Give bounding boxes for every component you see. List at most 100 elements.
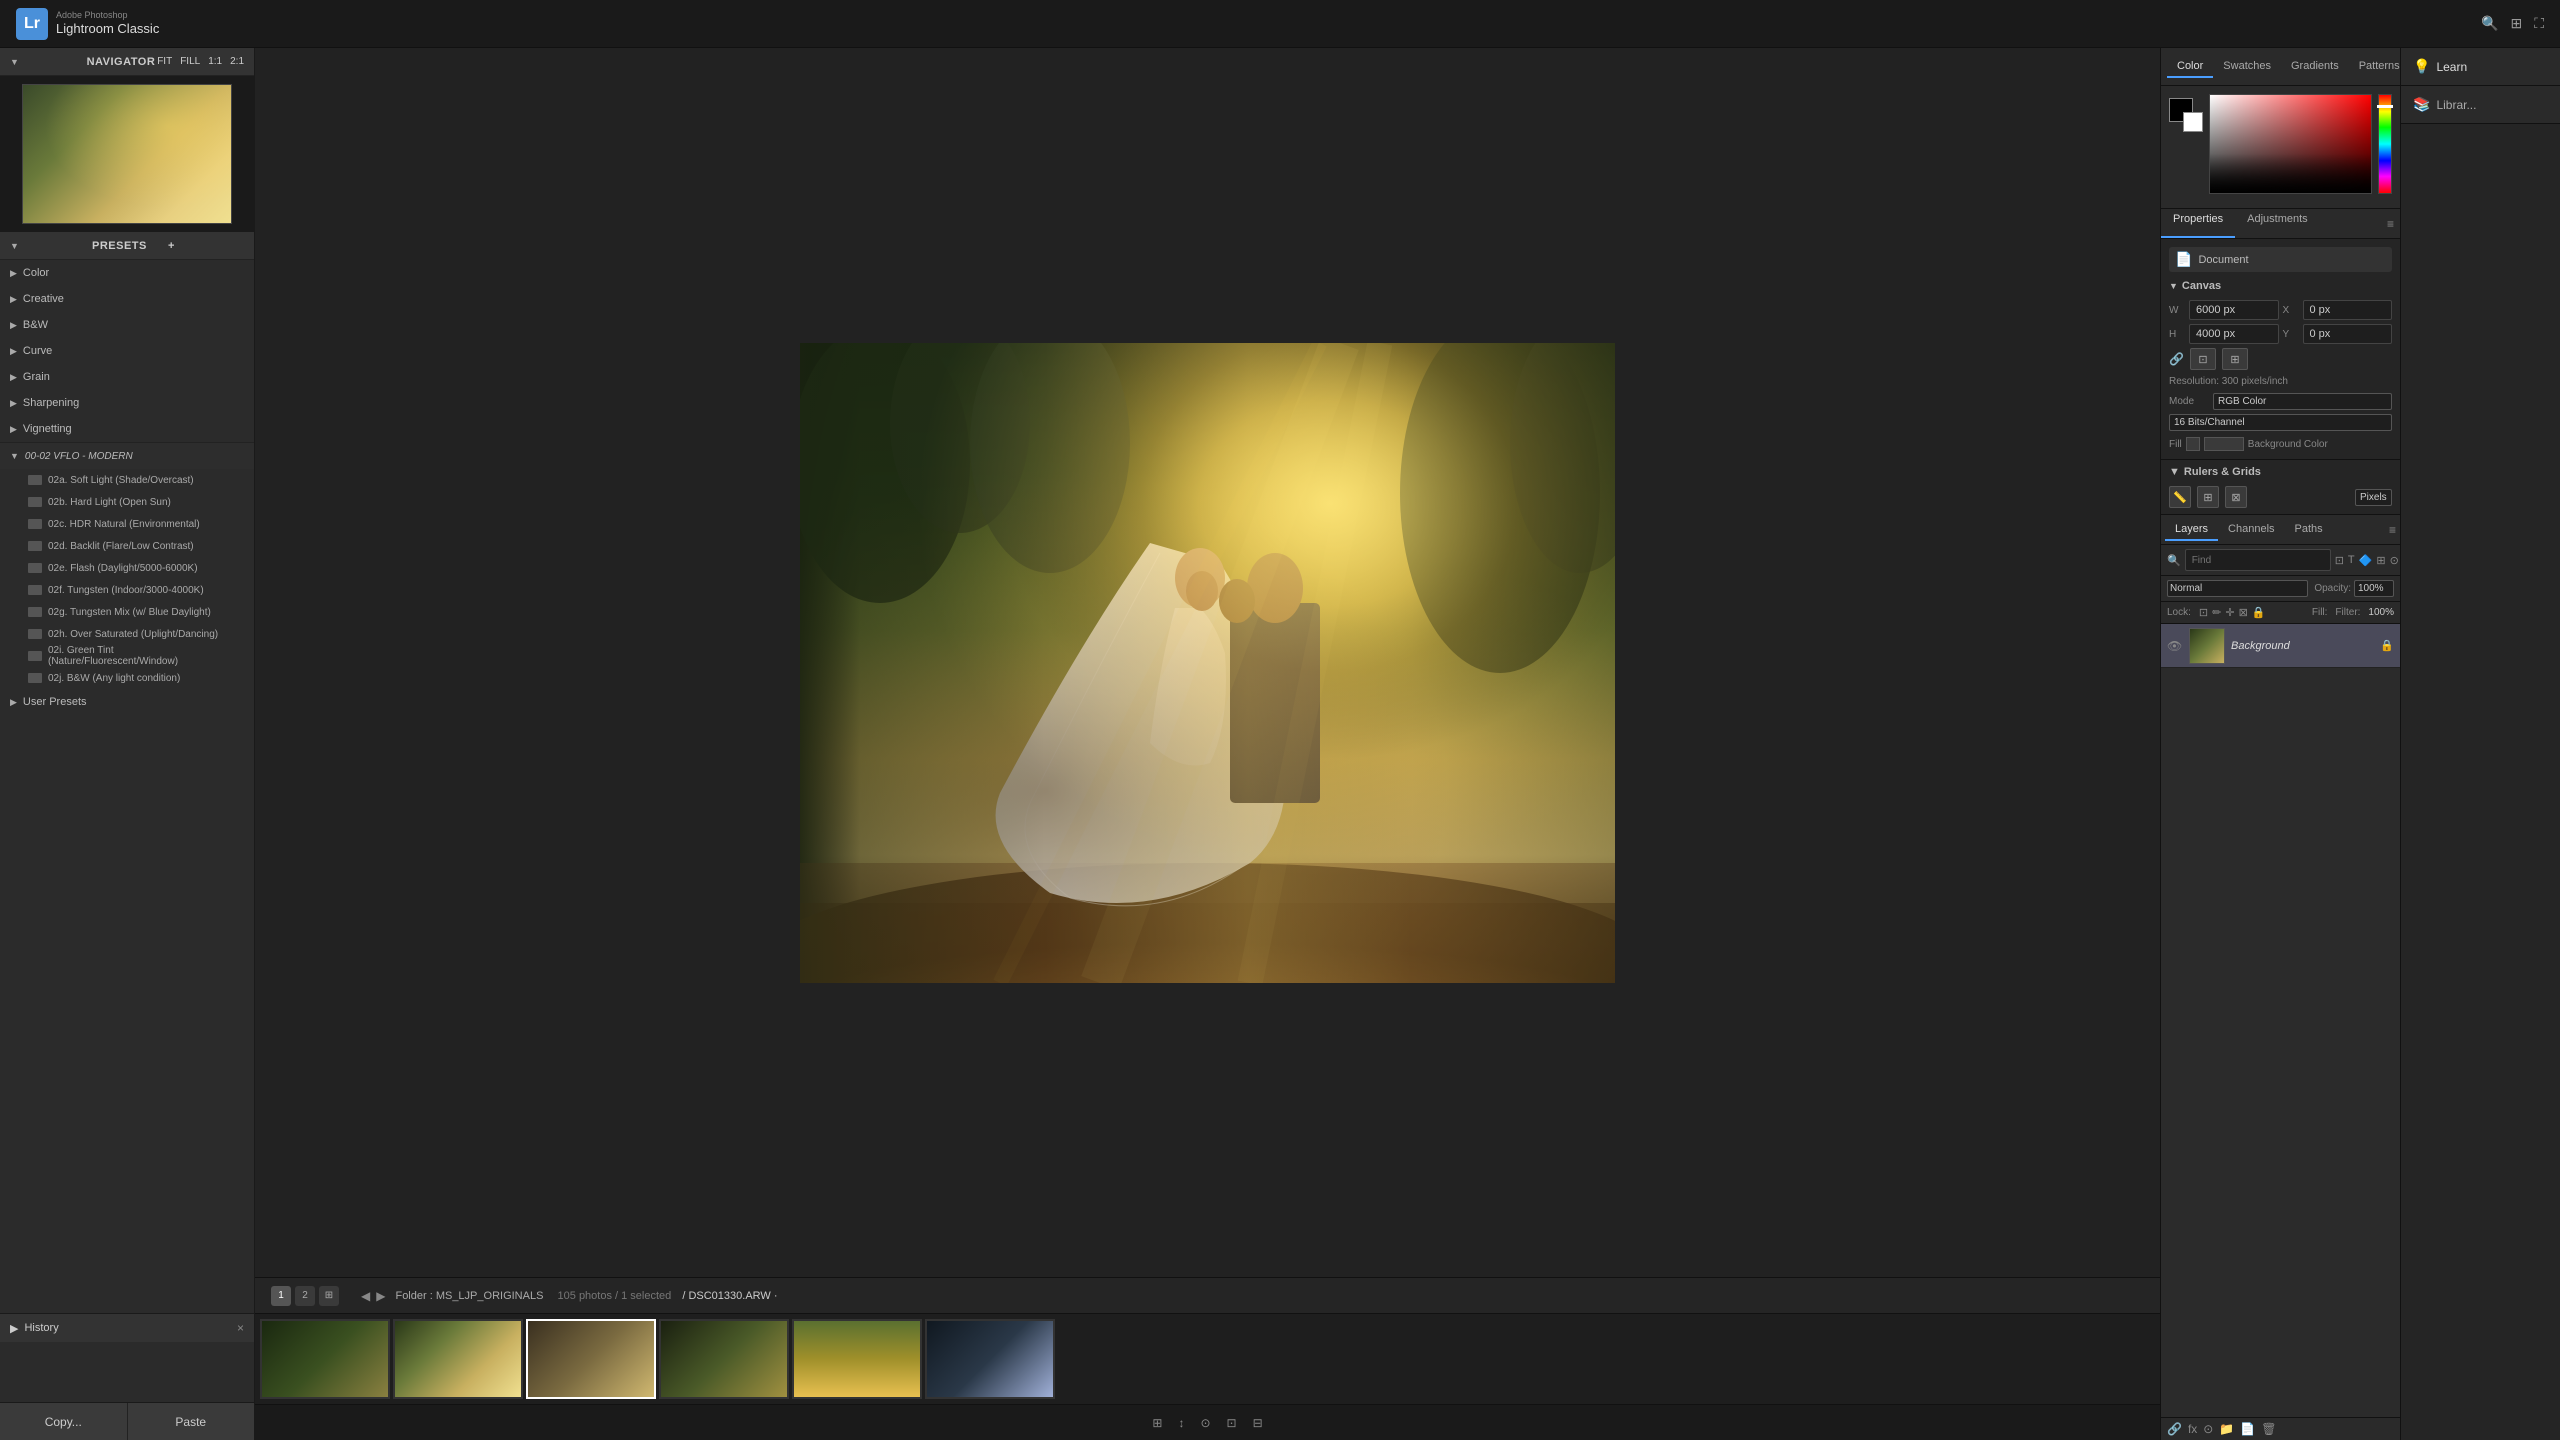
filmstrip-next-arrow[interactable]: ▶ [374,1287,387,1305]
hue-slider[interactable] [2378,94,2392,194]
tab-color[interactable]: Color [2167,56,2213,78]
add-fx-icon[interactable]: fx [2188,1422,2197,1436]
copy-button[interactable]: Copy... [0,1403,128,1440]
filmstrip-thumb[interactable] [659,1319,789,1399]
paste-button[interactable]: Paste [128,1403,255,1440]
mode-select[interactable]: RGB Color [2213,393,2392,410]
pixels-select[interactable]: Pixels [2355,489,2392,506]
bottom-icon-2[interactable]: ↕ [1178,1416,1184,1430]
layer-filter-icon-5[interactable]: ⊙ [2390,554,2399,567]
history-label[interactable]: History [24,1322,58,1334]
canvas-h-icon[interactable]: ⊞ [2222,348,2248,370]
tab-channels[interactable]: Channels [2218,519,2284,541]
layer-filter-icon-1[interactable]: ⊡ [2335,554,2344,567]
list-item[interactable]: 02b. Hard Light (Open Sun) [0,491,254,513]
filmstrip-thumb[interactable] [260,1319,390,1399]
blend-mode-select[interactable]: Normal [2167,580,2308,597]
fullscreen-icon[interactable]: ⛶ [2534,15,2544,32]
filmstrip-thumb[interactable] [792,1319,922,1399]
lock-paint-icon[interactable]: ✏ [2212,606,2221,619]
search-icon[interactable]: 🔍 [2481,15,2498,32]
bottom-icon-3[interactable]: ⊙ [1200,1416,1210,1430]
filmstrip-tab-2[interactable]: 2 [295,1286,315,1306]
ruler-icon-1[interactable]: 📏 [2169,486,2191,508]
preset-group-curve-header[interactable]: ▶ Curve [0,338,254,364]
canvas-w-icon[interactable]: ⊡ [2190,348,2216,370]
list-item[interactable]: 02f. Tungsten (Indoor/3000-4000K) [0,579,254,601]
layer-filter-icon-4[interactable]: ⊞ [2376,554,2385,567]
background-color[interactable] [2183,112,2203,132]
presets-header[interactable]: ▼ Presets + [0,232,254,260]
tab-layers[interactable]: Layers [2165,519,2218,541]
user-presets-header[interactable]: ▶ User Presets [0,689,254,715]
learn-tab-header[interactable]: 💡 Learn [2401,48,2560,86]
bottom-icon-4[interactable]: ⊡ [1227,1416,1237,1430]
ruler-icon-2[interactable]: ⊞ [2197,486,2219,508]
layers-search-input[interactable] [2185,549,2331,571]
preset-group-color-header[interactable]: ▶ Color [0,260,254,286]
filmstrip-thumb-active[interactable] [526,1319,656,1399]
tab-paths[interactable]: Paths [2285,519,2333,541]
libraries-tab-header[interactable]: 📚 Librar... [2401,86,2560,124]
list-item[interactable]: 02e. Flash (Daylight/5000-6000K) [0,557,254,579]
background-color-swatch[interactable] [2204,437,2244,451]
x-input[interactable]: 0 px [2303,300,2393,320]
bits-select[interactable]: 16 Bits/Channel [2169,414,2392,431]
preset-group-bw-header[interactable]: ▶ B&W [0,312,254,338]
filmstrip-prev-arrow[interactable]: ◀ [359,1287,372,1305]
layout-icon[interactable]: ⊞ [2510,15,2522,32]
filmstrip-thumb[interactable] [393,1319,523,1399]
tab-swatches[interactable]: Swatches [2213,56,2281,78]
list-item[interactable]: 02j. B&W (Any light condition) [0,667,254,689]
bottom-icon-1[interactable]: ⊞ [1152,1416,1162,1430]
bottom-icon-5[interactable]: ⊟ [1253,1416,1263,1430]
navigator-header[interactable]: ▼ Navigator FIT FILL 1:1 2:1 [0,48,254,76]
y-input[interactable]: 0 px [2303,324,2393,344]
tab-gradients[interactable]: Gradients [2281,56,2349,78]
new-layer-icon[interactable]: 📄 [2240,1422,2255,1436]
fg-bg-color-swatch[interactable] [2169,98,2203,132]
list-item[interactable]: 02i. Green Tint (Nature/Fluorescent/Wind… [0,645,254,667]
preset-group-sharpening-header[interactable]: ▶ Sharpening [0,390,254,416]
layer-filter-icon-3[interactable]: 🔷 [2359,554,2373,567]
height-input[interactable]: 4000 px [2189,324,2279,344]
lock-all-icon[interactable]: 🔒 [2252,606,2266,619]
tab-adjustments[interactable]: Adjustments [2235,209,2320,238]
list-item[interactable]: 02g. Tungsten Mix (w/ Blue Daylight) [0,601,254,623]
navigator-thumbnail[interactable] [0,76,254,231]
image-container[interactable] [255,48,2160,1277]
opacity-input[interactable] [2354,580,2394,597]
layer-visibility-icon[interactable]: 👁 [2167,639,2183,653]
color-gradient-picker[interactable] [2209,94,2372,194]
layers-menu-icon[interactable]: ≡ [2389,523,2396,537]
filmstrip-tab-1[interactable]: 1 [271,1286,291,1306]
link-layers-icon[interactable]: 🔗 [2167,1422,2182,1436]
tab-properties[interactable]: Properties [2161,209,2235,238]
list-item[interactable]: 02a. Soft Light (Shade/Overcast) [0,469,254,491]
add-mask-icon[interactable]: ⊙ [2203,1422,2213,1436]
new-group-icon[interactable]: 📁 [2219,1422,2234,1436]
layer-row[interactable]: 👁 Background 🔒 [2161,624,2400,668]
properties-panel-menu[interactable]: ≡ [2387,217,2394,231]
preset-group-vignetting-header[interactable]: ▶ Vignetting [0,416,254,442]
list-item[interactable]: 02d. Backlit (Flare/Low Contrast) [0,535,254,557]
delete-layer-icon[interactable]: 🗑 [2261,1422,2276,1436]
history-close-button[interactable]: × [237,1321,244,1335]
filmstrip-grid-tab[interactable]: ⊞ [319,1286,339,1306]
vflo-header[interactable]: ▼ 00-02 VFLO - MODERN [0,443,254,469]
lock-move-icon[interactable]: ✛ [2225,606,2234,619]
presets-add-button[interactable]: + [168,240,244,252]
lock-transparency-icon[interactable]: ⊡ [2199,606,2208,619]
ruler-icon-3[interactable]: ⊠ [2225,486,2247,508]
preset-group-grain-header[interactable]: ▶ Grain [0,364,254,390]
filmstrip-thumb[interactable] [925,1319,1055,1399]
zoom-1-1[interactable]: 1:1 [208,56,222,67]
link-icon[interactable]: 🔗 [2169,352,2184,366]
width-input[interactable]: 6000 px [2189,300,2279,320]
layer-filter-icon-2[interactable]: T [2348,554,2355,567]
lock-artboard-icon[interactable]: ⊠ [2239,606,2248,619]
zoom-2-1[interactable]: 2:1 [230,56,244,67]
list-item[interactable]: 02h. Over Saturated (Uplight/Dancing) [0,623,254,645]
zoom-fit[interactable]: FIT [157,56,172,67]
list-item[interactable]: 02c. HDR Natural (Environmental) [0,513,254,535]
